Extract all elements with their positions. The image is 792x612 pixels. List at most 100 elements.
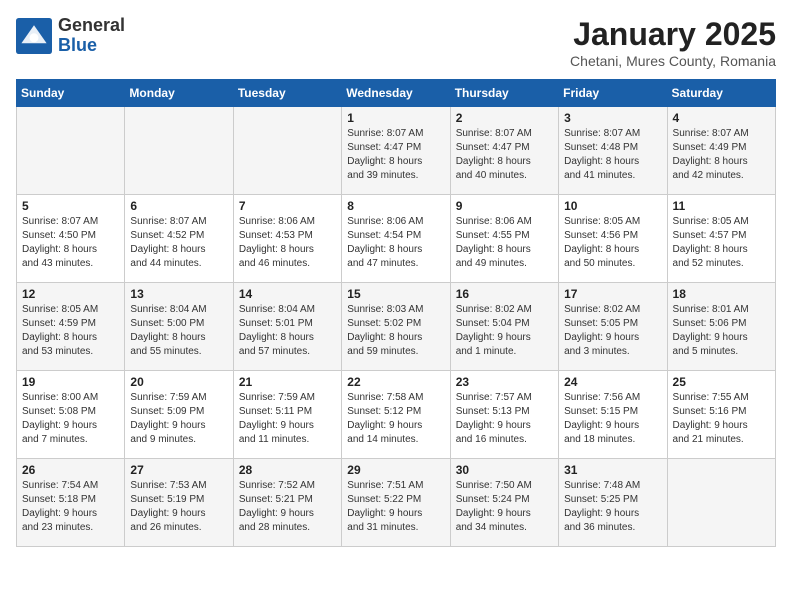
calendar-week-4: 19Sunrise: 8:00 AM Sunset: 5:08 PM Dayli… — [17, 371, 776, 459]
calendar-cell: 21 Sunrise: 7:59 AM Sunset: 5:11 PM Dayli… — [233, 371, 341, 459]
month-title: January 2025 — [570, 16, 776, 53]
calendar-cell: 30Sunrise: 7:50 AM Sunset: 5:24 PM Dayli… — [450, 459, 558, 547]
calendar-table: SundayMondayTuesdayWednesdayThursdayFrid… — [16, 79, 776, 547]
calendar-week-2: 5 Sunrise: 8:07 AM Sunset: 4:50 PM Daylig… — [17, 195, 776, 283]
calendar-cell: 16 Sunrise: 8:02 AM Sunset: 5:04 PM Dayli… — [450, 283, 558, 371]
day-info: Sunrise: 8:02 AM Sunset: 5:04 PM Dayligh… — [456, 303, 553, 359]
day-number: 1 — [347, 111, 444, 125]
calendar-cell: 3 Sunrise: 8:07 AM Sunset: 4:48 PM Daylig… — [559, 107, 667, 195]
logo: General Blue — [16, 16, 125, 56]
day-number: 7 — [239, 199, 336, 213]
day-info: Sunrise: 7:54 AM Sunset: 5:18 PM Dayligh… — [22, 479, 119, 535]
day-number: 29 — [347, 463, 444, 477]
day-number: 18 — [673, 287, 770, 301]
day-number: 22 — [347, 375, 444, 389]
calendar-cell: 20 Sunrise: 7:59 AM Sunset: 5:09 PM Dayli… — [125, 371, 233, 459]
day-info: Sunrise: 7:53 AM Sunset: 5:19 PM Dayligh… — [130, 479, 227, 535]
day-info: Sunrise: 8:07 AM Sunset: 4:48 PM Dayligh… — [564, 127, 661, 183]
day-info: Sunrise: 8:07 AM Sunset: 4:47 PM Dayligh… — [456, 127, 553, 183]
day-info: Sunrise: 7:56 AM Sunset: 5:15 PM Dayligh… — [564, 391, 661, 447]
calendar-cell: 23 Sunrise: 7:57 AM Sunset: 5:13 PM Dayli… — [450, 371, 558, 459]
calendar-cell: 19Sunrise: 8:00 AM Sunset: 5:08 PM Dayli… — [17, 371, 125, 459]
location-subtitle: Chetani, Mures County, Romania — [570, 53, 776, 69]
col-header-wednesday: Wednesday — [342, 80, 450, 107]
day-info: Sunrise: 8:07 AM Sunset: 4:52 PM Dayligh… — [130, 215, 227, 271]
col-header-monday: Monday — [125, 80, 233, 107]
calendar-week-1: 1 Sunrise: 8:07 AM Sunset: 4:47 PM Daylig… — [17, 107, 776, 195]
calendar-week-3: 12 Sunrise: 8:05 AM Sunset: 4:59 PM Dayli… — [17, 283, 776, 371]
day-number: 4 — [673, 111, 770, 125]
calendar-cell — [17, 107, 125, 195]
day-number: 3 — [564, 111, 661, 125]
title-block: January 2025 Chetani, Mures County, Roma… — [570, 16, 776, 69]
col-header-saturday: Saturday — [667, 80, 775, 107]
day-number: 20 — [130, 375, 227, 389]
calendar-cell: 6 Sunrise: 8:07 AM Sunset: 4:52 PM Daylig… — [125, 195, 233, 283]
calendar-cell: 15Sunrise: 8:03 AM Sunset: 5:02 PM Dayli… — [342, 283, 450, 371]
day-number: 31 — [564, 463, 661, 477]
day-info: Sunrise: 7:59 AM Sunset: 5:11 PM Dayligh… — [239, 391, 336, 447]
day-info: Sunrise: 7:58 AM Sunset: 5:12 PM Dayligh… — [347, 391, 444, 447]
day-info: Sunrise: 8:07 AM Sunset: 4:50 PM Dayligh… — [22, 215, 119, 271]
col-header-thursday: Thursday — [450, 80, 558, 107]
day-number: 2 — [456, 111, 553, 125]
day-info: Sunrise: 8:04 AM Sunset: 5:00 PM Dayligh… — [130, 303, 227, 359]
logo-general: General — [58, 15, 125, 35]
day-info: Sunrise: 8:06 AM Sunset: 4:55 PM Dayligh… — [456, 215, 553, 271]
logo-text: General Blue — [58, 16, 125, 56]
calendar-cell: 22 Sunrise: 7:58 AM Sunset: 5:12 PM Dayli… — [342, 371, 450, 459]
day-number: 19 — [22, 375, 119, 389]
calendar-cell: 28Sunrise: 7:52 AM Sunset: 5:21 PM Dayli… — [233, 459, 341, 547]
calendar-week-5: 26Sunrise: 7:54 AM Sunset: 5:18 PM Dayli… — [17, 459, 776, 547]
day-number: 6 — [130, 199, 227, 213]
day-info: Sunrise: 8:05 AM Sunset: 4:57 PM Dayligh… — [673, 215, 770, 271]
day-info: Sunrise: 7:57 AM Sunset: 5:13 PM Dayligh… — [456, 391, 553, 447]
day-info: Sunrise: 8:02 AM Sunset: 5:05 PM Dayligh… — [564, 303, 661, 359]
day-number: 13 — [130, 287, 227, 301]
day-number: 27 — [130, 463, 227, 477]
calendar-cell: 13 Sunrise: 8:04 AM Sunset: 5:00 PM Dayli… — [125, 283, 233, 371]
day-number: 16 — [456, 287, 553, 301]
calendar-cell — [233, 107, 341, 195]
calendar-cell: 4 Sunrise: 8:07 AM Sunset: 4:49 PM Daylig… — [667, 107, 775, 195]
day-number: 24 — [564, 375, 661, 389]
day-number: 11 — [673, 199, 770, 213]
page-header: General Blue January 2025 Chetani, Mures… — [16, 16, 776, 69]
calendar-cell: 18Sunrise: 8:01 AM Sunset: 5:06 PM Dayli… — [667, 283, 775, 371]
calendar-cell: 26Sunrise: 7:54 AM Sunset: 5:18 PM Dayli… — [17, 459, 125, 547]
day-number: 5 — [22, 199, 119, 213]
day-number: 14 — [239, 287, 336, 301]
day-info: Sunrise: 8:07 AM Sunset: 4:47 PM Dayligh… — [347, 127, 444, 183]
calendar-cell: 12 Sunrise: 8:05 AM Sunset: 4:59 PM Dayli… — [17, 283, 125, 371]
day-number: 15 — [347, 287, 444, 301]
calendar-cell: 1 Sunrise: 8:07 AM Sunset: 4:47 PM Daylig… — [342, 107, 450, 195]
day-info: Sunrise: 8:05 AM Sunset: 4:56 PM Dayligh… — [564, 215, 661, 271]
calendar-cell: 31Sunrise: 7:48 AM Sunset: 5:25 PM Dayli… — [559, 459, 667, 547]
day-number: 12 — [22, 287, 119, 301]
day-info: Sunrise: 7:59 AM Sunset: 5:09 PM Dayligh… — [130, 391, 227, 447]
calendar-cell: 10Sunrise: 8:05 AM Sunset: 4:56 PM Dayli… — [559, 195, 667, 283]
col-header-sunday: Sunday — [17, 80, 125, 107]
calendar-cell: 24 Sunrise: 7:56 AM Sunset: 5:15 PM Dayli… — [559, 371, 667, 459]
calendar-cell: 7Sunrise: 8:06 AM Sunset: 4:53 PM Daylig… — [233, 195, 341, 283]
col-header-tuesday: Tuesday — [233, 80, 341, 107]
day-info: Sunrise: 7:55 AM Sunset: 5:16 PM Dayligh… — [673, 391, 770, 447]
day-number: 21 — [239, 375, 336, 389]
calendar-cell: 17 Sunrise: 8:02 AM Sunset: 5:05 PM Dayli… — [559, 283, 667, 371]
day-info: Sunrise: 7:50 AM Sunset: 5:24 PM Dayligh… — [456, 479, 553, 535]
logo-icon — [16, 18, 52, 54]
calendar-cell: 9 Sunrise: 8:06 AM Sunset: 4:55 PM Daylig… — [450, 195, 558, 283]
day-number: 9 — [456, 199, 553, 213]
calendar-cell: 14Sunrise: 8:04 AM Sunset: 5:01 PM Dayli… — [233, 283, 341, 371]
day-number: 17 — [564, 287, 661, 301]
calendar-cell: 8Sunrise: 8:06 AM Sunset: 4:54 PM Daylig… — [342, 195, 450, 283]
day-info: Sunrise: 8:05 AM Sunset: 4:59 PM Dayligh… — [22, 303, 119, 359]
calendar-cell: 25Sunrise: 7:55 AM Sunset: 5:16 PM Dayli… — [667, 371, 775, 459]
calendar-cell: 11 Sunrise: 8:05 AM Sunset: 4:57 PM Dayli… — [667, 195, 775, 283]
calendar-cell: 27 Sunrise: 7:53 AM Sunset: 5:19 PM Dayli… — [125, 459, 233, 547]
day-number: 8 — [347, 199, 444, 213]
logo-blue: Blue — [58, 35, 97, 55]
day-info: Sunrise: 8:07 AM Sunset: 4:49 PM Dayligh… — [673, 127, 770, 183]
day-number: 23 — [456, 375, 553, 389]
day-number: 28 — [239, 463, 336, 477]
